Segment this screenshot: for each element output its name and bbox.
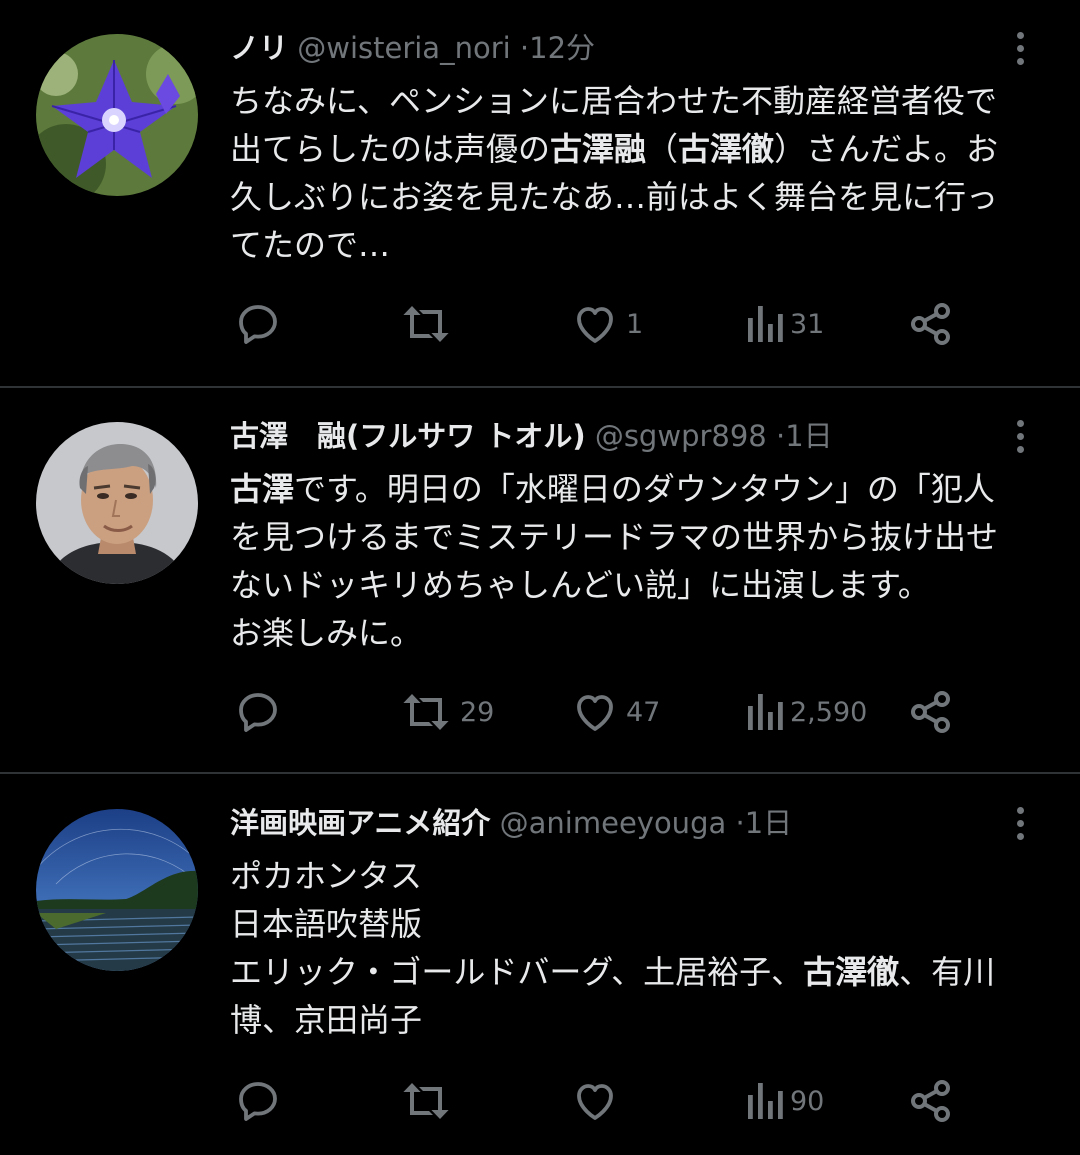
tweet-header: 洋画映画アニメ紹介 @animeeyouga ·1日 — [230, 803, 990, 843]
tweet-text-line: お楽しみに。 — [230, 609, 1048, 657]
avatar[interactable] — [36, 809, 198, 971]
text-run: 日本語吹替版 — [230, 905, 423, 943]
views-count: 90 — [790, 1085, 825, 1117]
tweet-text: ポカホンタス 日本語吹替版 エリック・ゴールドバーグ、土居裕子、古澤徹、有川 博… — [230, 852, 1048, 1044]
like-button[interactable]: 1 — [570, 298, 643, 350]
share-icon — [906, 688, 956, 736]
views-button[interactable]: 2,590 — [744, 686, 867, 738]
reply-icon — [234, 688, 282, 736]
tweet-text-line: ポカホンタス — [230, 852, 1048, 900]
retweet-button[interactable] — [398, 298, 460, 350]
reply-icon — [234, 300, 282, 348]
text-run: です。明日の「水曜日のダウンタウン」の「犯人 — [294, 470, 995, 508]
retweet-icon — [398, 1077, 454, 1125]
tweet-text-line: エリック・ゴールドバーグ、土居裕子、古澤徹、有川 — [230, 948, 1048, 996]
share-icon — [906, 300, 956, 348]
tweet-actions: 90 — [230, 1075, 970, 1127]
retweet-icon — [398, 300, 454, 348]
tweet-text-line: 古澤です。明日の「水曜日のダウンタウン」の「犯人 — [230, 465, 1048, 513]
tweet-text-line: ないドッキリめちゃしんどい説」に出演します。 — [230, 561, 1048, 609]
text-run: を見つけるまでミステリードラマの世界から抜け出せ — [230, 518, 999, 556]
highlighted-text: 古澤徹 — [803, 953, 900, 991]
views-button[interactable]: 31 — [744, 298, 824, 350]
text-run: 博、京田尚子 — [230, 1001, 423, 1039]
reply-button[interactable] — [234, 1075, 288, 1127]
retweet-icon — [398, 688, 454, 736]
timestamp[interactable]: 12分 — [529, 31, 595, 65]
tweet-text-line: 日本語吹替版 — [230, 900, 1048, 948]
reply-button[interactable] — [234, 686, 288, 738]
reply-icon — [234, 1077, 282, 1125]
text-run: 出てらしたのは声優の — [230, 130, 551, 168]
separator-dot: · — [735, 806, 745, 840]
more-options-icon[interactable] — [1008, 416, 1032, 456]
user-handle[interactable]: @wisteria_nori — [297, 31, 510, 65]
share-button[interactable] — [906, 298, 956, 350]
display-name[interactable]: 洋画映画アニメ紹介 — [230, 806, 490, 840]
text-run: てたので… — [230, 226, 391, 264]
display-name[interactable]: ノリ — [230, 31, 288, 65]
tweet-text-line: ちなみに、ペンションに居合わせた不動産経営者役で — [230, 77, 1048, 125]
tweet-text-line: てたので… — [230, 221, 1048, 269]
views-count: 2,590 — [790, 696, 868, 728]
text-run: ポカホンタス — [230, 857, 423, 895]
separator-dot: · — [519, 31, 530, 65]
reply-button[interactable] — [234, 298, 288, 350]
views-button[interactable]: 90 — [744, 1075, 824, 1127]
text-run: お楽しみに。 — [230, 614, 423, 652]
tweet[interactable]: 洋画映画アニメ紹介 @animeeyouga ·1日 ポカホンタス 日本語吹替版… — [0, 775, 1080, 1155]
more-options-icon[interactable] — [1008, 28, 1032, 68]
tweet-text-line: を見つけるまでミステリードラマの世界から抜け出せ — [230, 513, 1048, 561]
text-run: 久しぶりにお姿を見たなあ…前はよく舞台を見に行っ — [230, 178, 999, 216]
tweet-text-line: 博、京田尚子 — [230, 996, 1048, 1044]
highlighted-text: 古澤 — [230, 470, 295, 508]
like-button[interactable]: 47 — [570, 686, 660, 738]
like-button[interactable] — [570, 1075, 626, 1127]
share-button[interactable] — [906, 686, 956, 738]
views-count: 31 — [790, 308, 825, 340]
tweet-header: 古澤 融(フルサワ トオル) @sgwpr898 ·1日 — [230, 416, 990, 456]
user-handle[interactable]: @animeeyouga — [500, 806, 727, 840]
like-icon — [570, 300, 620, 348]
tweet[interactable]: 古澤 融(フルサワ トオル) @sgwpr898 ·1日 古澤です。明日の「水曜… — [0, 388, 1080, 774]
avatar[interactable] — [36, 34, 198, 196]
retweet-count: 29 — [460, 696, 495, 728]
views-icon — [744, 688, 784, 736]
more-options-icon[interactable] — [1008, 803, 1032, 843]
text-run: （ — [646, 130, 679, 168]
avatar[interactable] — [36, 422, 198, 584]
retweet-button[interactable] — [398, 1075, 460, 1127]
tweet-actions: 29 47 2,590 — [230, 686, 970, 738]
views-icon — [744, 1077, 784, 1125]
separator-dot: · — [775, 419, 786, 453]
tweet-text: 古澤です。明日の「水曜日のダウンタウン」の「犯人 を見つけるまでミステリードラマ… — [230, 465, 1048, 657]
text-run: ）さんだよ。お — [774, 130, 999, 168]
retweet-button[interactable]: 29 — [398, 686, 494, 738]
like-count: 1 — [626, 308, 644, 340]
tweet-text-line: 出てらしたのは声優の古澤融（古澤徹）さんだよ。お — [230, 125, 1048, 173]
tweet-text: ちなみに、ペンションに居合わせた不動産経営者役で 出てらしたのは声優の古澤融（古… — [230, 77, 1048, 269]
text-run: ちなみに、ペンションに居合わせた不動産経営者役で — [230, 82, 998, 120]
share-button[interactable] — [906, 1075, 956, 1127]
share-icon — [906, 1077, 956, 1125]
timestamp[interactable]: 1日 — [785, 419, 832, 453]
tweet-text-line: 久しぶりにお姿を見たなあ…前はよく舞台を見に行っ — [230, 173, 1048, 221]
tweet[interactable]: ノリ @wisteria_nori ·12分 ちなみに、ペンションに居合わせた不… — [0, 0, 1080, 386]
timestamp[interactable]: 1日 — [745, 806, 792, 840]
tweet-header: ノリ @wisteria_nori ·12分 — [230, 28, 990, 68]
like-count: 47 — [626, 696, 661, 728]
highlighted-text: 古澤徹 — [678, 130, 775, 168]
text-run: エリック・ゴールドバーグ、土居裕子、 — [230, 953, 804, 991]
highlighted-text: 古澤融 — [550, 130, 647, 168]
views-icon — [744, 300, 784, 348]
tweet-divider — [0, 772, 1080, 774]
text-run: ないドッキリめちゃしんどい説」に出演します。 — [230, 566, 930, 604]
display-name[interactable]: 古澤 融(フルサワ トオル) — [230, 419, 586, 453]
like-icon — [570, 688, 620, 736]
like-icon — [570, 1077, 620, 1125]
tweet-actions: 1 31 — [230, 298, 970, 350]
text-run: 、有川 — [899, 953, 996, 991]
user-handle[interactable]: @sgwpr898 — [595, 419, 767, 453]
